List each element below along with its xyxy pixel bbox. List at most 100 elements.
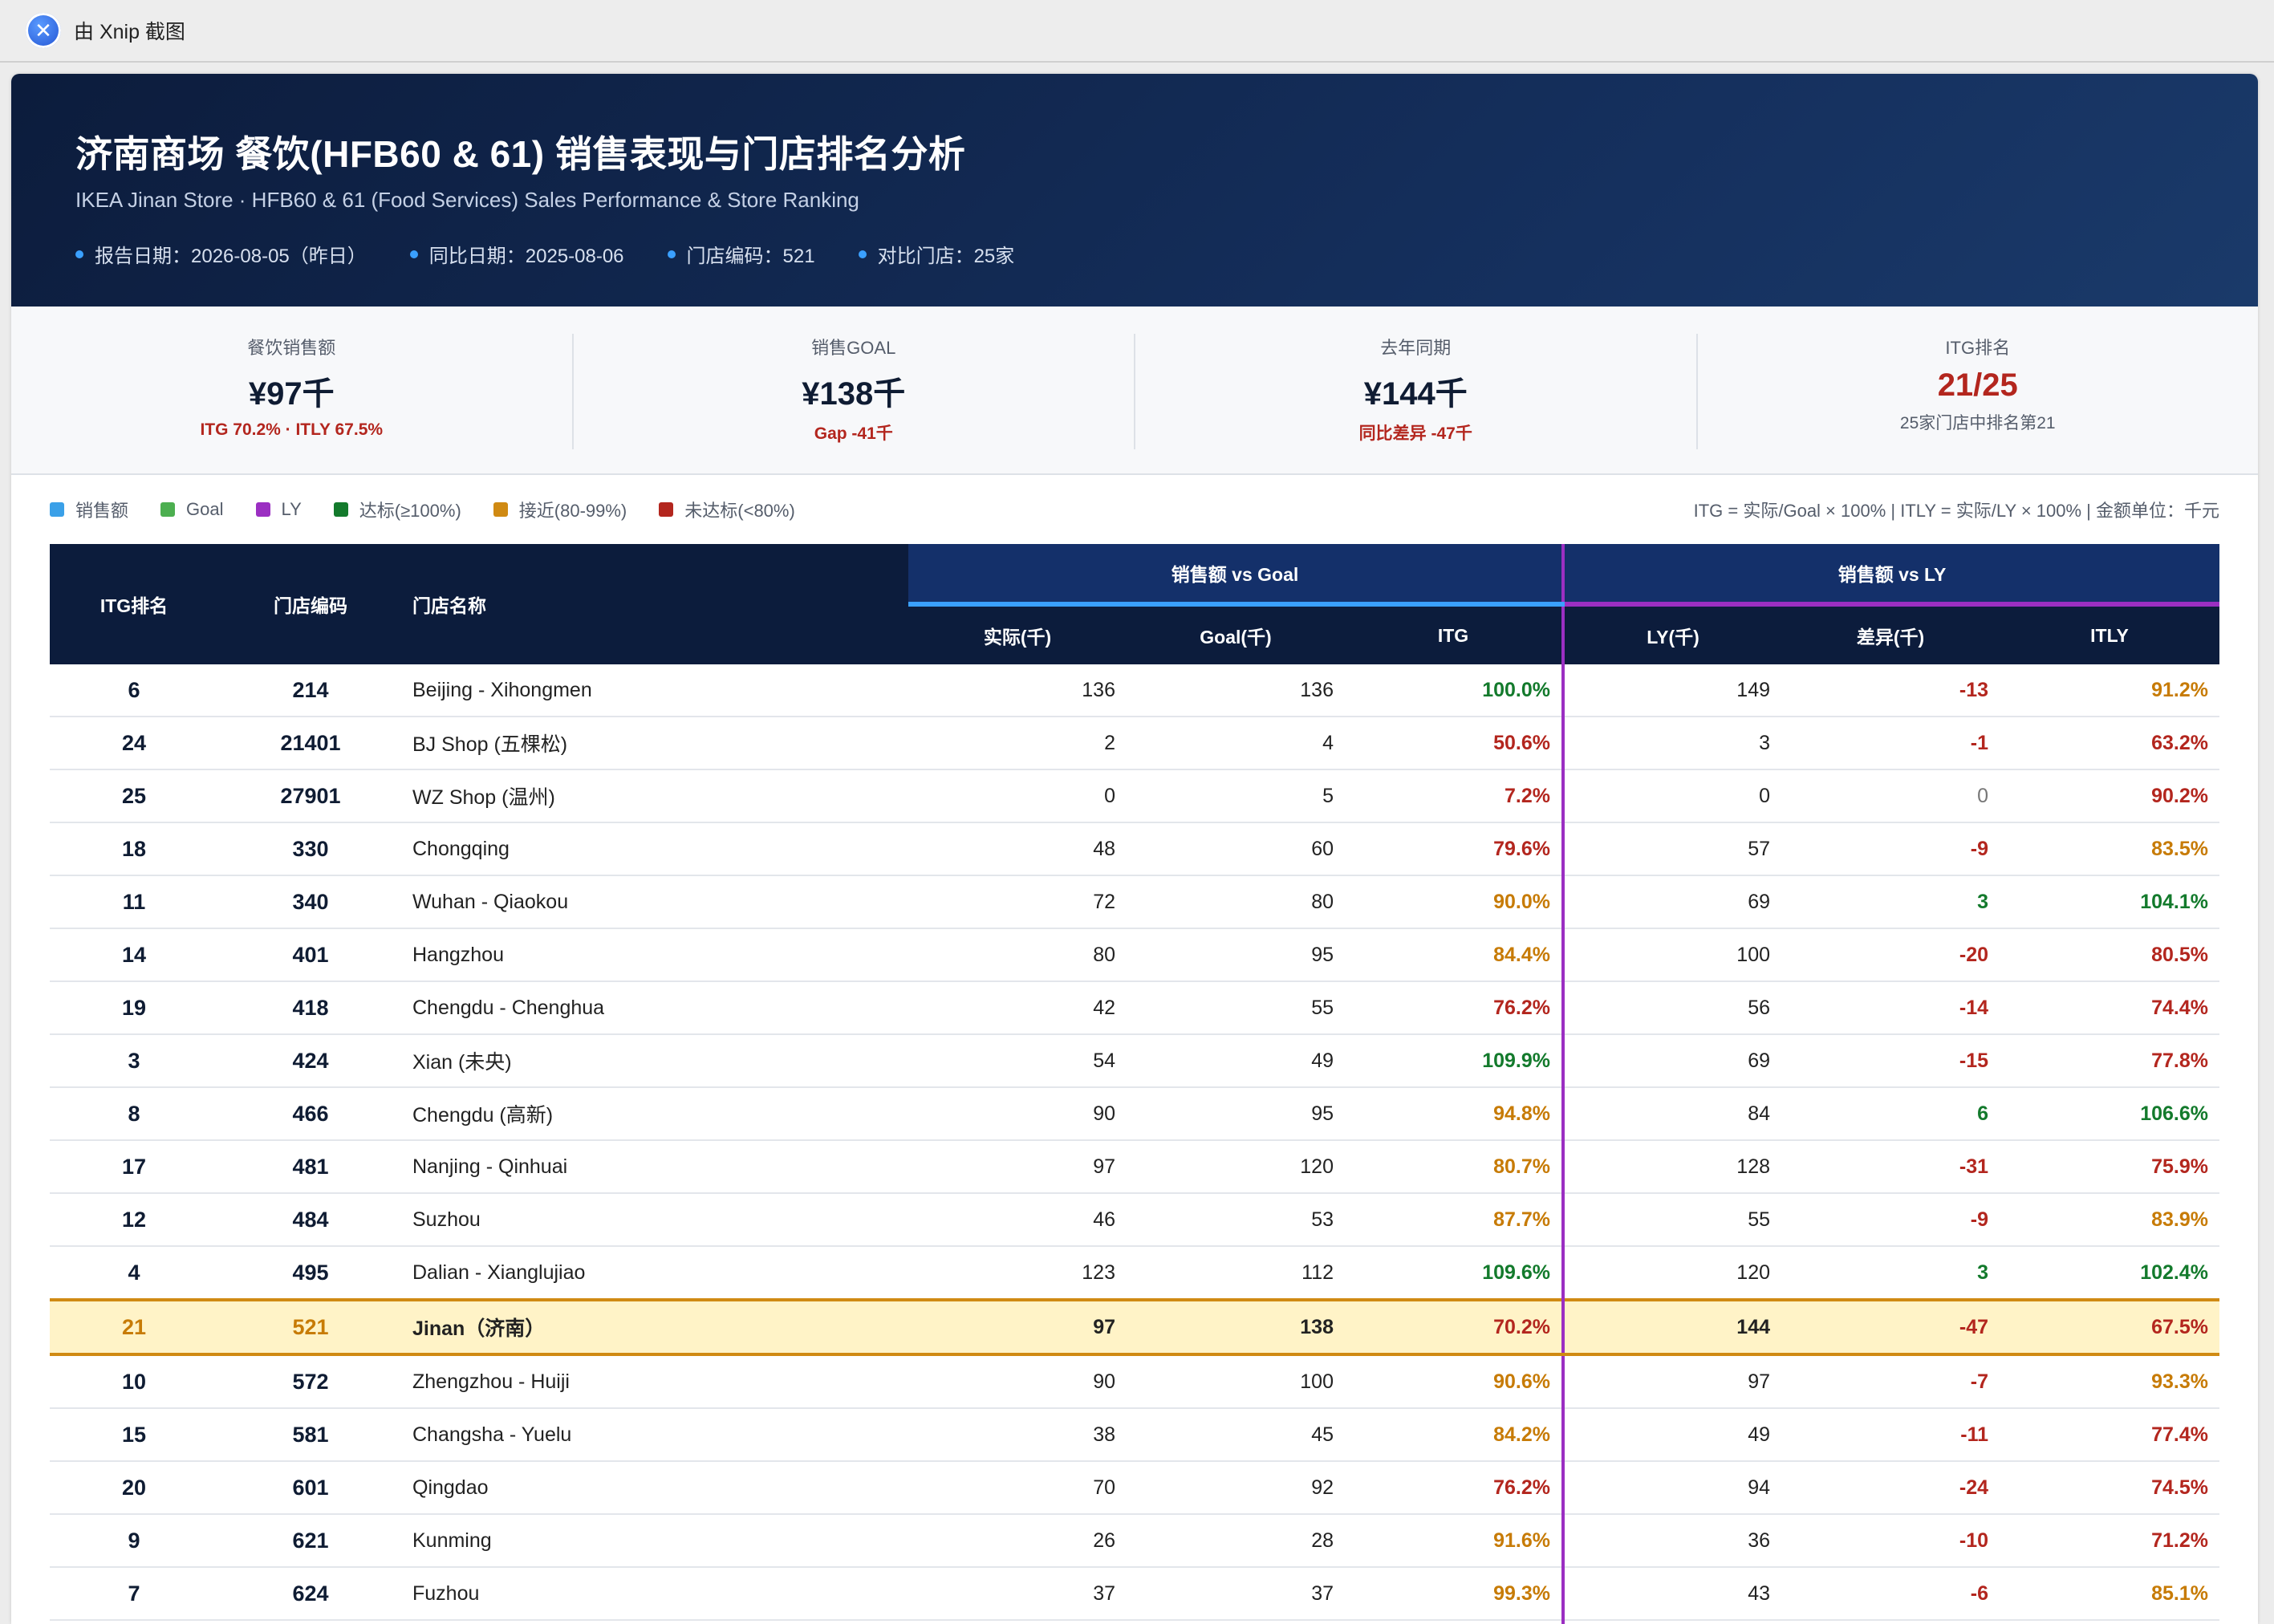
bullet-icon — [409, 250, 418, 258]
legend-swatch-icon — [659, 502, 674, 517]
cell-diff: -7 — [1781, 1620, 2000, 1624]
legend-swatch-icon — [255, 502, 270, 517]
cell-store-code: 495 — [218, 1246, 403, 1301]
cell-store-name: Dalian - Xianglujiao — [403, 1246, 908, 1301]
table-row: 3 424 Xian (未央) 54 49 109.9% 69 -15 77.8% — [50, 1034, 2220, 1088]
cell-store-code: 401 — [218, 928, 403, 982]
table-row: 14 401 Hangzhou 80 95 84.4% 100 -20 80.5% — [50, 928, 2220, 982]
cell-rank: 3 — [50, 1034, 218, 1088]
cell-store-name: BJ Shop (五棵松) — [403, 717, 908, 770]
col-header-code: 门店编码 — [218, 544, 403, 664]
cell-itg: 90.0% — [1345, 875, 1564, 929]
cell-rank: 20 — [50, 1461, 218, 1515]
table-row: 25 27901 WZ Shop (温州) 0 5 7.2% 0 0 90.2% — [50, 769, 2220, 823]
cell-rank: 6 — [50, 664, 218, 717]
cell-goal: 28 — [1127, 1514, 1345, 1568]
cell-itg: 80.7% — [1345, 1140, 1564, 1194]
legend-swatch-icon — [50, 502, 64, 517]
cell-store-name: Zhengzhou - Huiji — [403, 1354, 908, 1409]
table-row: 11 340 Wuhan - Qiaokou 72 80 90.0% 69 3 104.1% — [50, 875, 2220, 929]
legend-item: LY — [255, 497, 302, 522]
report-header: 济南商场 餐饮(HFB60 & 61) 销售表现与门店排名分析 IKEA Jin… — [11, 74, 2258, 307]
cell-store-code: 624 — [218, 1567, 403, 1621]
cell-store-name: Xian (未央) — [403, 1034, 908, 1088]
cell-ly: 69 — [1561, 1034, 1782, 1088]
cell-diff: 6 — [1781, 1087, 2000, 1141]
cell-rank: 18 — [50, 822, 218, 876]
cell-store-name: Suzhou — [403, 1193, 908, 1247]
cell-rank: 10 — [50, 1354, 218, 1409]
table-row: 17 481 Nanjing - Qinhuai 97 120 80.7% 128 -31 75… — [50, 1140, 2220, 1194]
cell-store-code: 27901 — [218, 769, 403, 823]
cell-itg: 100.0% — [1345, 664, 1564, 717]
cell-store-name: Chengdu - Chenghua — [403, 981, 908, 1035]
table-body: 6 214 Beijing - Xihongmen 136 136 100.0% 149 -1… — [50, 664, 2220, 1624]
col-header-ly: LY(千) — [1561, 604, 1782, 664]
cell-ly: 84 — [1561, 1087, 1782, 1141]
meta-ly-date: 同比日期：2025-08-06 — [409, 240, 624, 268]
cell-itg: 91.6% — [1345, 1514, 1564, 1568]
cell-goal: 60 — [1127, 822, 1345, 876]
cell-store-code: 424 — [218, 1034, 403, 1088]
cell-store-name: Qingdao — [403, 1461, 908, 1515]
legend-items: 销售额 Goal LY 达标(≥100%) 接近(80-99%) 未达标(<80%) — [50, 497, 827, 522]
table-row: 12 484 Suzhou 46 53 87.7% 55 -9 83.9% — [50, 1193, 2220, 1247]
cell-actual: 136 — [908, 664, 1127, 717]
cell-goal: 49 — [1127, 1034, 1345, 1088]
page-subtitle: IKEA Jinan Store · HFB60 & 61 (Food Serv… — [75, 188, 859, 212]
cell-diff: -9 — [1781, 822, 2000, 876]
cell-goal: 112 — [1127, 1246, 1345, 1301]
cell-itg: 109.9% — [1345, 1034, 1564, 1088]
legend: 销售额 Goal LY 达标(≥100%) 接近(80-99%) 未达标(<80%) IT… — [11, 475, 2258, 544]
cell-actual: 0 — [908, 769, 1127, 823]
table-row: 8 466 Chengdu (高新) 90 95 94.8% 84 6 106.6% — [50, 1087, 2220, 1141]
table-row: 20 601 Qingdao 70 92 76.2% 94 -24 74.5% — [50, 1461, 2220, 1515]
cell-ly: 69 — [1561, 875, 1782, 929]
cell-itg: 70.2% — [1345, 1298, 1564, 1356]
col-header-itly: ITLY — [2000, 604, 2220, 664]
group-header-goal: 销售额 vs Goal — [908, 544, 1564, 607]
cell-actual: 90 — [908, 1087, 1127, 1141]
cell-diff: -24 — [1781, 1461, 2000, 1515]
cell-diff: -1 — [1781, 717, 2000, 770]
cell-itly: 77.4% — [2000, 1408, 2220, 1462]
table-row-current-store: 21 521 Jinan（济南） 97 138 70.2% 144 -47 67.5% — [50, 1298, 2220, 1356]
cell-itly: 83.5% — [2000, 822, 2220, 876]
meta-compare-stores: 对比门店：25家 — [858, 240, 1014, 268]
cell-store-code: 484 — [218, 1193, 403, 1247]
cell-itly: 67.5% — [2000, 1298, 2220, 1356]
cell-itg: 50.6% — [1345, 717, 1564, 770]
cell-itg: 109.6% — [1345, 1246, 1564, 1301]
legend-item: Goal — [160, 497, 224, 522]
table-row: 22630Nanning223267.4%29-774.5% — [50, 1620, 2220, 1624]
cell-ly: 55 — [1561, 1193, 1782, 1247]
col-header-rank: ITG排名 — [50, 544, 218, 664]
cell-store-name: Jinan（济南） — [403, 1298, 908, 1356]
cell-itg: 7.2% — [1345, 769, 1564, 823]
table-row: 4 495 Dalian - Xianglujiao 123 112 109.6% 120 3… — [50, 1246, 2220, 1301]
cell-ly: 97 — [1561, 1354, 1782, 1409]
cell-itg: 84.4% — [1345, 928, 1564, 982]
cell-store-code: 418 — [218, 981, 403, 1035]
cell-actual: 46 — [908, 1193, 1127, 1247]
cell-actual: 70 — [908, 1461, 1127, 1515]
cell-diff: 3 — [1781, 1246, 2000, 1301]
legend-label: LY — [281, 499, 302, 519]
cell-goal: 53 — [1127, 1193, 1345, 1247]
cell-itly: 106.6% — [2000, 1087, 2220, 1141]
group-header-ly: 销售额 vs LY — [1561, 544, 2220, 607]
cell-actual: 97 — [908, 1298, 1127, 1356]
cell-store-name: Nanjing - Qinhuai — [403, 1140, 908, 1194]
cell-rank: 4 — [50, 1246, 218, 1301]
meta-store-code: 门店编码：521 — [667, 240, 815, 268]
cell-diff: -7 — [1781, 1354, 2000, 1409]
col-header-actual: 实际(千) — [908, 604, 1127, 664]
cell-ly: 43 — [1561, 1567, 1782, 1621]
cell-ly: 57 — [1561, 822, 1782, 876]
xnip-logo-icon: ✕ — [26, 13, 61, 48]
cell-rank: 8 — [50, 1087, 218, 1141]
capture-bar: ✕ 由 Xnip 截图 — [0, 0, 2274, 63]
cell-itg: 87.7% — [1345, 1193, 1564, 1247]
kpi-goal: 销售GOAL ¥138千 Gap -41千 — [574, 334, 1135, 449]
meta-report-date: 报告日期：2026-08-05（昨日） — [75, 240, 367, 268]
